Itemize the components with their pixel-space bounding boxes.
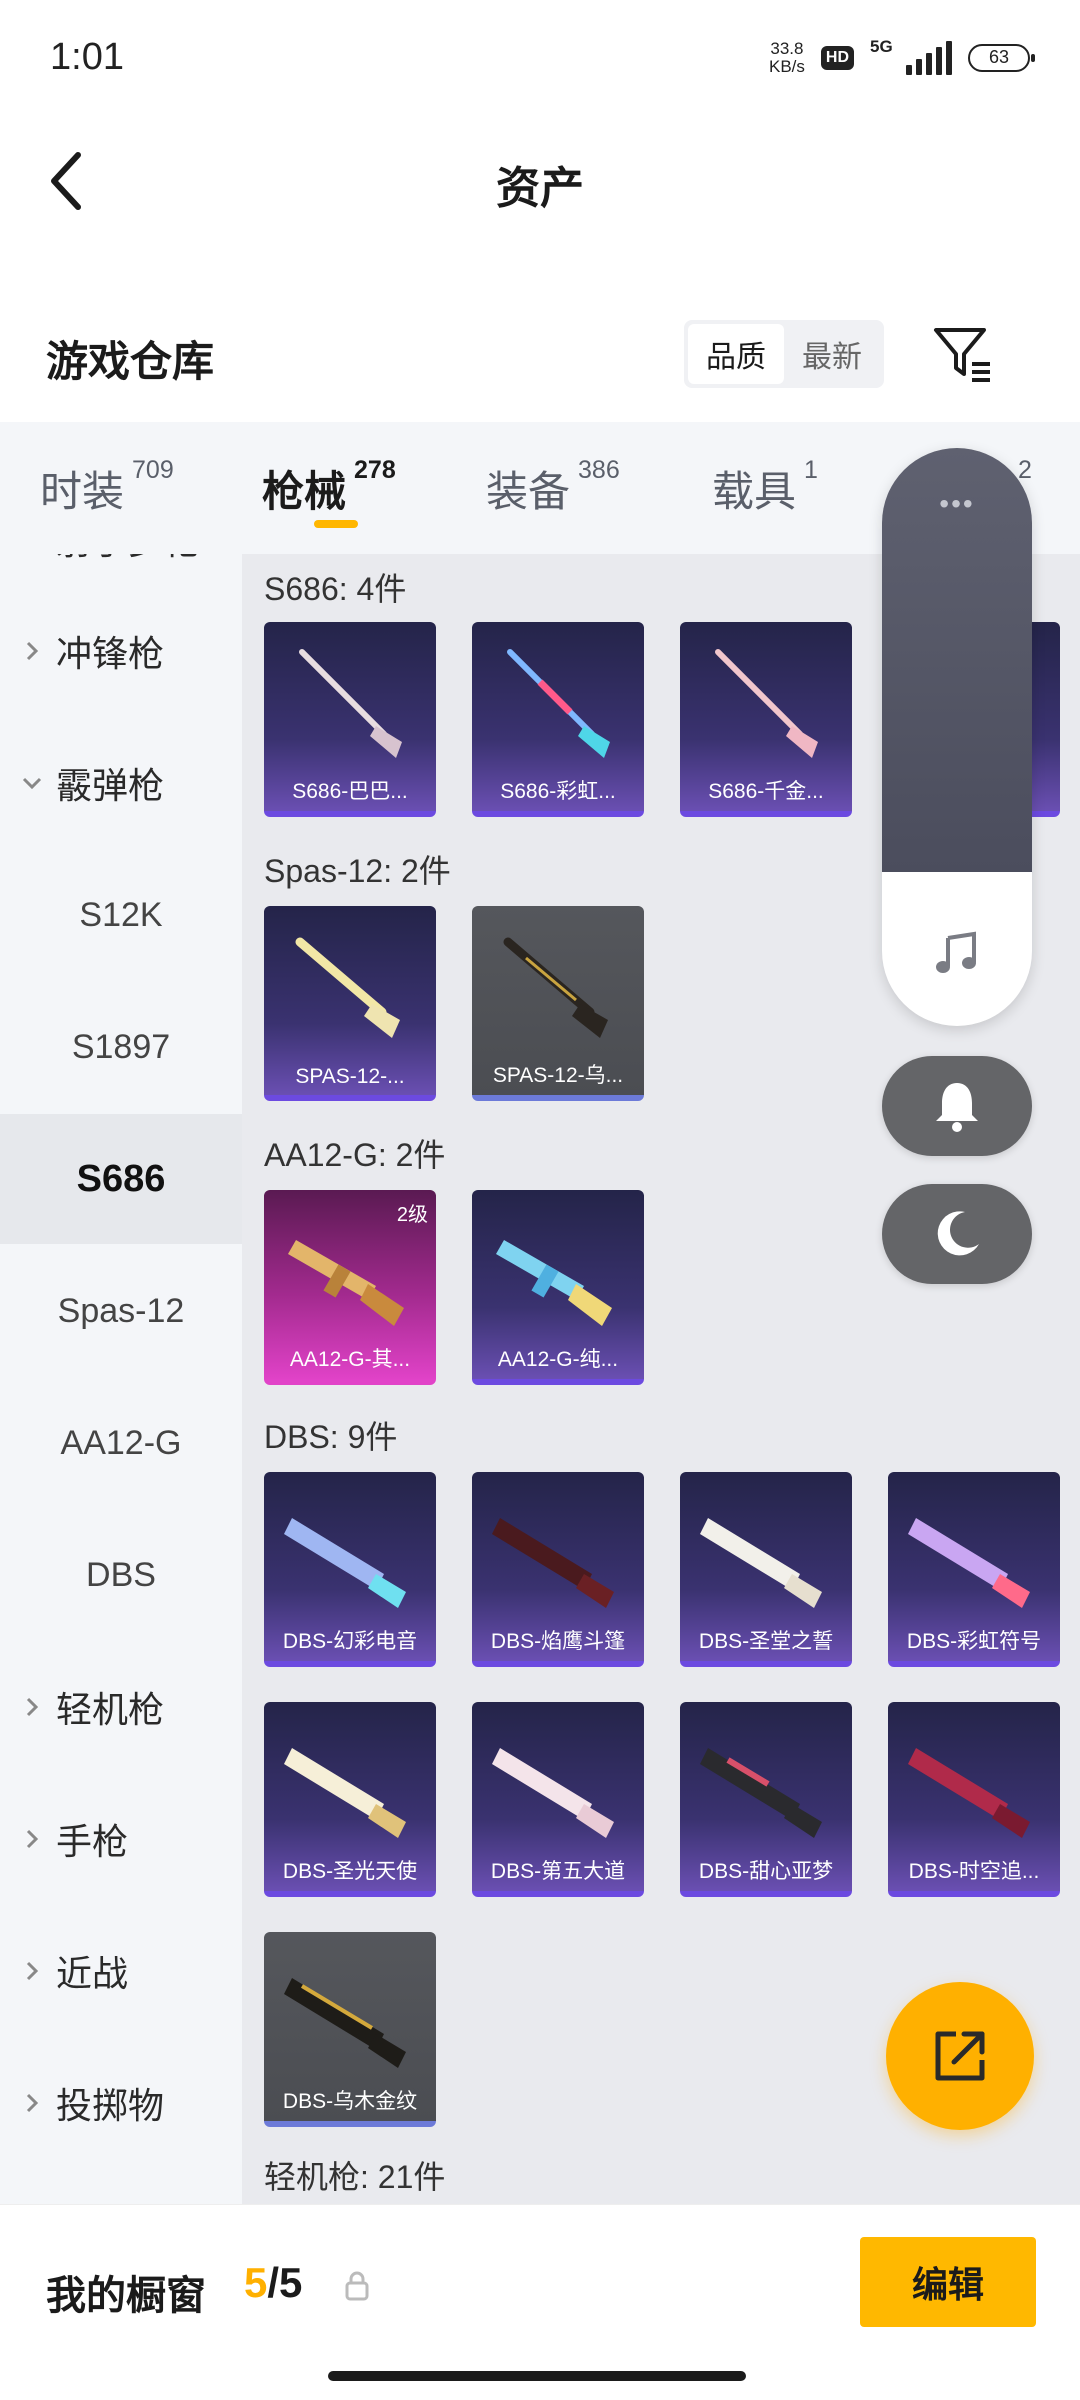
sidebar-item-s686[interactable]: S686 [0,1114,242,1244]
item-card[interactable]: DBS-幻彩电音 [264,1472,436,1667]
shotgun-icon [284,1518,406,1608]
item-card[interactable]: S686-巴巴... [264,622,436,817]
item-card[interactable]: DBS-乌木金纹 [264,1932,436,2127]
dark-mode-button[interactable] [882,1184,1032,1284]
tab-guns[interactable]: 枪械 278 [262,456,396,519]
chevron-right-icon [26,1961,39,1981]
chevron-right-icon [26,1697,39,1717]
signal-icon: 5G [870,37,952,75]
sort-newest-button[interactable]: 最新 [784,324,880,384]
battery-icon: 63 [968,44,1035,72]
item-card[interactable]: 2级 AA12-G-其... [264,1190,436,1385]
tab-vehicles[interactable]: 载具 1 [712,456,818,519]
item-card[interactable]: SPAS-12-... [264,906,436,1101]
rifle-icon [496,1240,612,1326]
chevron-down-icon [22,777,42,790]
filter-icon[interactable] [930,320,994,384]
page-title: 资产 [496,164,584,213]
item-card[interactable]: DBS-焰鹰斗篷 [472,1472,644,1667]
item-card[interactable]: DBS-彩虹符号 [888,1472,1060,1667]
item-card[interactable]: DBS-圣堂之誓 [680,1472,852,1667]
bell-icon [936,1083,978,1132]
shotgun-icon [492,1748,614,1838]
shotgun-icon [715,649,818,758]
shotgun-icon [299,649,402,758]
share-icon [935,2031,985,2081]
item-card[interactable]: DBS-圣光天使 [264,1702,436,1897]
tab-equipment[interactable]: 装备 386 [486,456,620,519]
group-label-lmg: 轻机枪: 21件 [264,2159,446,2195]
share-button[interactable] [886,1982,1034,2130]
shotgun-icon [700,1518,822,1608]
sidebar-item-melee[interactable]: 近战 [0,1906,242,2036]
shotgun-icon [908,1518,1030,1608]
edit-button[interactable]: 编辑 [860,2237,1036,2327]
sort-toggle: 品质 最新 [684,320,884,388]
sidebar-item-pistol[interactable]: 手枪 [0,1774,242,1904]
shotgun-icon [295,937,400,1038]
weapon-category-sidebar: 射手步枪 冲锋枪 霰弹枪 S12K S1897 S686 Spas-12 AA1… [0,554,242,2204]
sidebar-item-dbs[interactable]: DBS [0,1510,242,1640]
group-label-spas12: Spas-12: 2件 [264,853,451,889]
item-card[interactable]: AA12-G-纯... [472,1190,644,1385]
tab-fashion[interactable]: 时装 709 [40,456,174,519]
sidebar-item-s12k[interactable]: S12K [0,850,242,980]
chevron-right-icon [26,1829,39,1849]
status-time: 1:01 [50,36,124,78]
status-bar: 1:01 33.8 KB/s HD 5G 63 [0,0,1080,120]
chevron-right-icon [26,641,39,661]
item-card[interactable]: S686-彩虹... [472,622,644,817]
more-dots-icon[interactable]: ••• [882,488,1032,520]
home-indicator[interactable] [328,2371,746,2381]
chevron-right-icon [26,2093,39,2113]
net-speed: 33.8 KB/s [768,39,805,76]
showcase-count: 5/5 [244,2259,303,2306]
shotgun-icon [503,937,608,1038]
active-tab-indicator [314,520,358,528]
hd-badge: HD [820,46,854,70]
sidebar-item-lmg[interactable]: 轻机枪 [0,1642,242,1772]
item-card[interactable]: SPAS-12-乌... [472,906,644,1101]
shotgun-icon [492,1518,614,1608]
music-note-icon[interactable] [932,928,982,978]
item-card[interactable]: DBS-时空追... [888,1702,1060,1897]
showcase-label: 我的橱窗 [46,2274,206,2318]
item-card[interactable]: DBS-第五大道 [472,1702,644,1897]
bell-button[interactable] [882,1056,1032,1156]
lock-icon [345,2271,369,2301]
sidebar-item-smg[interactable]: 冲锋枪 [0,586,242,716]
shotgun-icon [700,1748,822,1838]
group-label-dbs: DBS: 9件 [264,1419,398,1455]
sidebar-item-shotgun[interactable]: 霰弹枪 [0,718,242,848]
sidebar-item-aa12g[interactable]: AA12-G [0,1378,242,1508]
group-label-s686: S686: 4件 [264,571,407,607]
group-label-aa12g: AA12-G: 2件 [264,1137,446,1173]
shotgun-icon [507,649,610,758]
sidebar-item-throwables[interactable]: 投掷物 [0,2038,242,2168]
warehouse-title: 游戏仓库 [46,338,215,385]
sort-quality-button[interactable]: 品质 [688,324,784,384]
item-card[interactable]: DBS-甜心亚梦 [680,1702,852,1897]
bottom-bar: 我的橱窗 5/5 编辑 [0,2204,1080,2400]
status-indicators: 33.8 KB/s HD 5G 63 [768,37,1035,76]
shotgun-icon [284,1748,406,1838]
sidebar-item-spas12[interactable]: Spas-12 [0,1246,242,1376]
shotgun-icon [908,1748,1030,1838]
sidebar-item-s1897[interactable]: S1897 [0,982,242,1112]
moon-icon [937,1211,979,1256]
shotgun-icon [284,1978,406,2068]
floating-control-panel[interactable]: ••• [882,448,1032,1026]
item-card[interactable]: S686-千金... [680,622,852,817]
